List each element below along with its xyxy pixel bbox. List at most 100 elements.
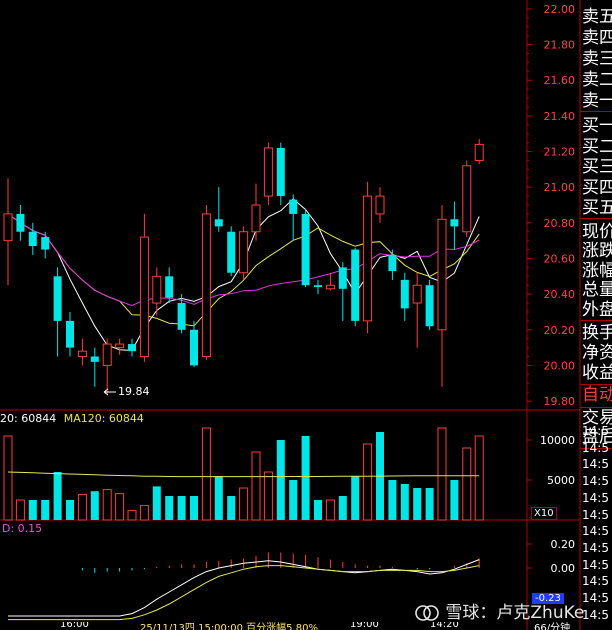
- volume-bar-up[interactable]: [437, 427, 447, 521]
- volume-bar-down[interactable]: [227, 496, 236, 520]
- price-tick-label: 21.00: [544, 181, 576, 194]
- candle-body-up[interactable]: [201, 213, 211, 358]
- candle-body-down[interactable]: [177, 303, 186, 330]
- volume-bar-up[interactable]: [263, 471, 273, 521]
- volume-bar-up[interactable]: [115, 493, 125, 521]
- volume-bar-down[interactable]: [41, 500, 50, 520]
- candle-body-up[interactable]: [3, 213, 13, 242]
- candle-body-down[interactable]: [165, 276, 174, 298]
- quote-field-label: 外盘: [582, 299, 612, 320]
- macd-tick-label: 0.20: [551, 538, 576, 551]
- tick-time-label: 14:5: [582, 507, 609, 522]
- candle-body-up[interactable]: [375, 195, 385, 215]
- candle-body-up[interactable]: [474, 143, 484, 161]
- volume-bar-up[interactable]: [201, 427, 211, 521]
- candle-body-up[interactable]: [325, 284, 335, 290]
- macd-tick-label: 0.00: [551, 562, 576, 575]
- volume-bar-down[interactable]: [214, 476, 223, 520]
- volume-bars[interactable]: [3, 427, 484, 521]
- candle-body-down[interactable]: [66, 320, 74, 348]
- volume-bar-down[interactable]: [190, 496, 198, 520]
- candle-body-down[interactable]: [450, 219, 459, 227]
- candle-body-up[interactable]: [139, 236, 149, 358]
- volume-ma-line: [7, 471, 480, 478]
- volume-bar-up[interactable]: [139, 505, 149, 521]
- candle-body-down[interactable]: [227, 231, 236, 273]
- volume-bar-down[interactable]: [165, 496, 174, 520]
- volume-bar-down[interactable]: [425, 488, 434, 520]
- candle-body-down[interactable]: [214, 219, 223, 227]
- candle-body-up[interactable]: [363, 195, 373, 322]
- candle-body-down[interactable]: [276, 147, 285, 197]
- bid-level-label: 买五: [582, 198, 612, 218]
- candle-body-up[interactable]: [251, 204, 261, 233]
- volume-bar-up[interactable]: [251, 451, 261, 521]
- volume-bar-down[interactable]: [450, 480, 459, 520]
- volume-bar-down[interactable]: [66, 500, 74, 520]
- volume-bar-down[interactable]: [152, 486, 161, 520]
- chart-canvas[interactable]: 22.00 21.80 21.60 21.40 21.20 21.00 20.80 20.60…: [0, 0, 612, 630]
- low-price-marker: 19.84: [118, 385, 150, 398]
- volume-bar-up[interactable]: [3, 435, 13, 521]
- candle-body-down[interactable]: [400, 279, 409, 309]
- candle-body-down[interactable]: [338, 267, 347, 289]
- volume-bar-down[interactable]: [388, 480, 397, 520]
- bid-level-label: 买一: [582, 116, 612, 136]
- volume-bar-up[interactable]: [462, 447, 472, 521]
- volume-bar-down[interactable]: [90, 491, 99, 520]
- candle-body-up[interactable]: [239, 231, 249, 274]
- candle-body-down[interactable]: [314, 285, 322, 287]
- volume-bar-up[interactable]: [239, 487, 249, 521]
- candle-body-down[interactable]: [90, 356, 99, 362]
- price-tick-label: 21.20: [544, 146, 576, 159]
- volume-bar-up[interactable]: [474, 435, 484, 521]
- candle-body-down[interactable]: [16, 213, 25, 232]
- volume-bar-up[interactable]: [15, 499, 25, 521]
- candle-body-down[interactable]: [41, 237, 50, 250]
- candle-body-up[interactable]: [437, 218, 447, 331]
- candle-body-up[interactable]: [462, 165, 472, 233]
- volume-bar-down[interactable]: [28, 500, 37, 520]
- volume-bar-down[interactable]: [276, 440, 285, 520]
- candle-body-down[interactable]: [28, 231, 37, 246]
- volume-bar-down[interactable]: [338, 496, 347, 520]
- macd-indicator[interactable]: [8, 552, 480, 621]
- volume-bar-down[interactable]: [413, 488, 422, 520]
- volume-bar-up[interactable]: [127, 509, 137, 521]
- candle-body-down[interactable]: [388, 254, 397, 271]
- volume-bar-down[interactable]: [314, 500, 322, 520]
- tick-time-label: 14:5: [582, 490, 609, 505]
- candle-body-down[interactable]: [425, 285, 434, 327]
- volume-bar-up[interactable]: [102, 489, 112, 521]
- candle-body-up[interactable]: [263, 147, 273, 197]
- volume-tick-label: 10000: [540, 434, 575, 447]
- volume-tick-label: 5000: [547, 474, 575, 487]
- volume-bar-up[interactable]: [325, 499, 335, 521]
- volume-bar-up[interactable]: [77, 493, 87, 521]
- candle-body-down[interactable]: [301, 213, 310, 286]
- volume-bar-up[interactable]: [363, 443, 373, 521]
- candle-body-down[interactable]: [53, 276, 62, 321]
- volume-bar-down[interactable]: [177, 496, 186, 520]
- auto-mode-label: 自动: [582, 385, 612, 405]
- volume-bar-down[interactable]: [351, 476, 360, 520]
- tick-time-label: 14:5: [582, 574, 609, 589]
- candle-body-down[interactable]: [351, 249, 360, 321]
- candle-body-up[interactable]: [412, 284, 422, 304]
- volume-bar-down[interactable]: [301, 436, 310, 520]
- candle-body-down[interactable]: [289, 199, 298, 214]
- volume-bar-down[interactable]: [400, 484, 409, 520]
- candle-body-down[interactable]: [190, 329, 198, 366]
- fundamental-field-label: 收益: [582, 363, 612, 383]
- candlestick-series[interactable]: [3, 139, 484, 394]
- candle-body-up[interactable]: [115, 343, 125, 349]
- candle-body-up[interactable]: [152, 275, 162, 304]
- candle-body-up[interactable]: [77, 350, 87, 358]
- volume-bar-down[interactable]: [53, 472, 62, 520]
- tick-time-label: 14:5: [582, 457, 609, 472]
- volume-ma120-label: MA120: 60844: [63, 412, 144, 425]
- candle-body-up[interactable]: [102, 343, 112, 366]
- volume-bar-down[interactable]: [289, 480, 298, 520]
- ask-level-label: 卖五: [582, 7, 612, 27]
- candle-body-down[interactable]: [128, 344, 136, 352]
